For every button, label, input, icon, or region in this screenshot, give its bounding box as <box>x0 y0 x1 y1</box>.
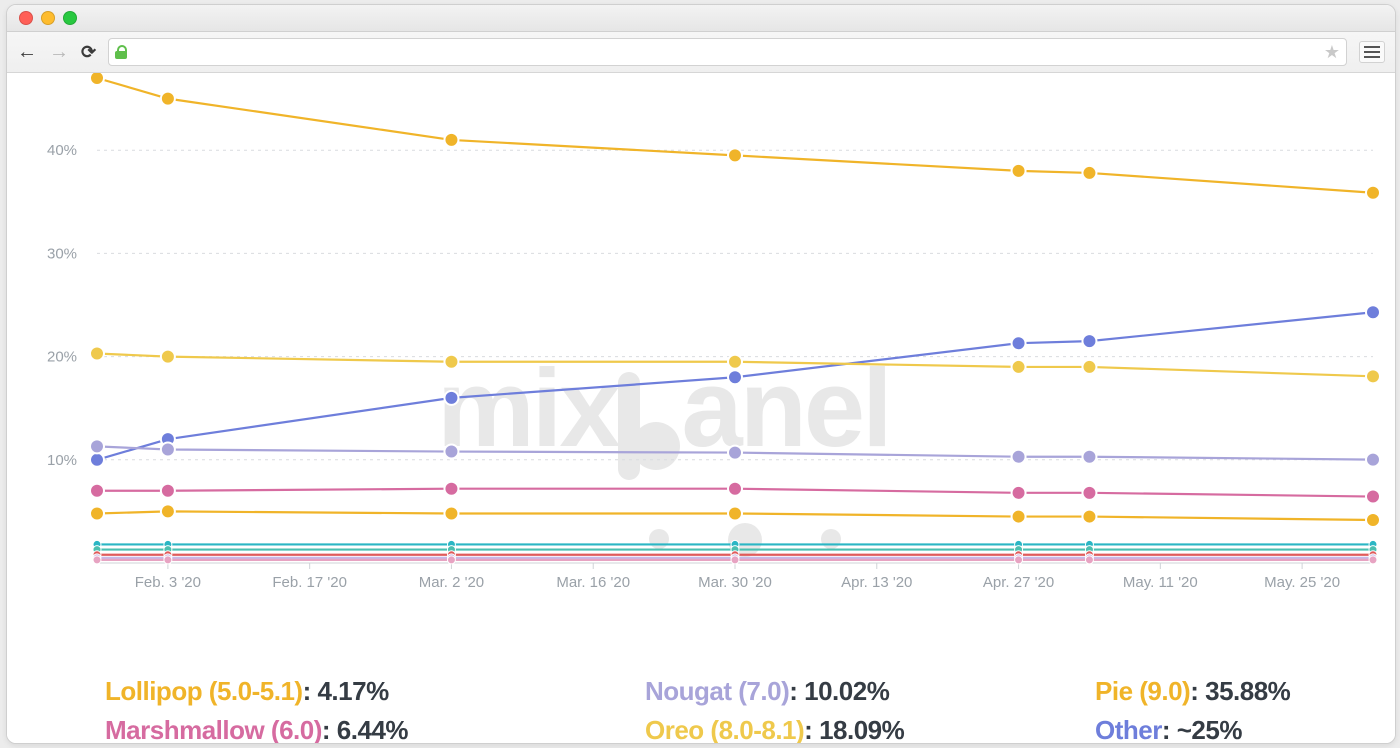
svg-text:May. 25 '20: May. 25 '20 <box>1264 574 1340 591</box>
legend-item: Oreo (8.0-8.1): 18.09% <box>645 715 1095 744</box>
address-bar[interactable]: ★ <box>108 38 1347 66</box>
reload-button[interactable]: ⟳ <box>81 43 96 61</box>
svg-text:Apr. 13 '20: Apr. 13 '20 <box>841 574 912 591</box>
chart-legend: Lollipop (5.0-5.1): 4.17% Nougat (7.0): … <box>105 676 1365 744</box>
forward-button[interactable]: → <box>49 42 69 62</box>
line-chart: 10% 20% 30% 40% Feb. 3 '20 Feb. 17 '20 Mar. 2 … <box>7 73 1395 673</box>
bookmark-star-icon[interactable]: ★ <box>1324 42 1340 63</box>
page-content: mixanel 10%20%30%40%Feb. 3 '20Feb. 17 '2… <box>7 73 1395 743</box>
browser-toolbar: ← → ⟳ ★ <box>7 32 1395 73</box>
lock-icon <box>115 45 127 59</box>
svg-text:20%: 20% <box>47 349 77 366</box>
legend-item: Other: ~25% <box>1095 715 1395 744</box>
legend-item: Lollipop (5.0-5.1): 4.17% <box>105 676 645 707</box>
svg-text:10%: 10% <box>47 452 77 469</box>
legend-item: Pie (9.0): 35.88% <box>1095 676 1395 707</box>
svg-text:Feb. 3 '20: Feb. 3 '20 <box>135 574 201 591</box>
svg-text:Feb. 17 '20: Feb. 17 '20 <box>272 574 347 591</box>
svg-text:40%: 40% <box>47 142 77 159</box>
back-button[interactable]: ← <box>17 42 37 62</box>
window-titlebar <box>7 5 1395 32</box>
browser-window: ← → ⟳ ★ mixanel 10%20%30%40%Feb. 3 '20Fe… <box>6 4 1396 744</box>
minimize-icon[interactable] <box>41 11 55 25</box>
maximize-icon[interactable] <box>63 11 77 25</box>
svg-text:Mar. 2 '20: Mar. 2 '20 <box>419 574 484 591</box>
svg-text:Mar. 30 '20: Mar. 30 '20 <box>698 574 772 591</box>
svg-text:Apr. 27 '20: Apr. 27 '20 <box>983 574 1054 591</box>
svg-text:30%: 30% <box>47 245 77 262</box>
close-icon[interactable] <box>19 11 33 25</box>
svg-text:May. 11 '20: May. 11 '20 <box>1123 574 1198 591</box>
hamburger-menu-button[interactable] <box>1359 41 1385 63</box>
svg-text:Mar. 16 '20: Mar. 16 '20 <box>556 574 630 591</box>
legend-item: Marshmallow (6.0): 6.44% <box>105 715 645 744</box>
legend-item: Nougat (7.0): 10.02% <box>645 676 1095 707</box>
